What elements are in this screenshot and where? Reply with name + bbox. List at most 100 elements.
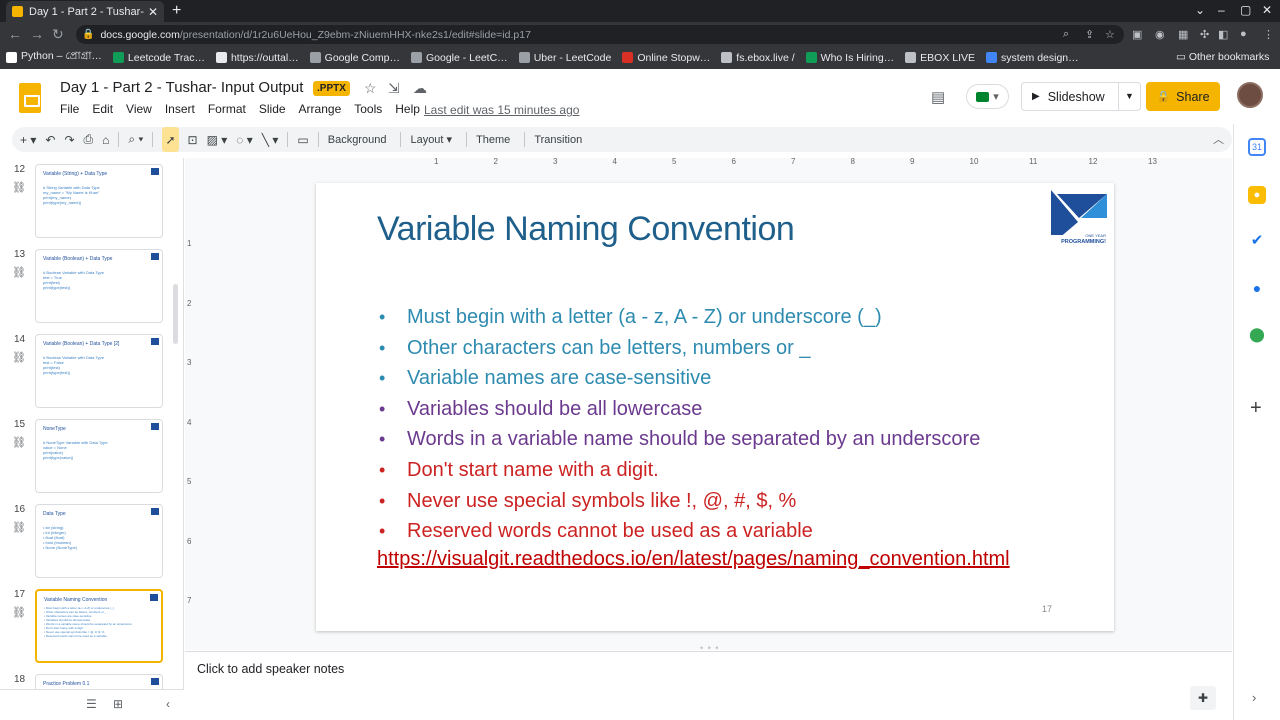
linked-slide-icon[interactable]: ⛓	[12, 266, 26, 279]
slide-thumbnail[interactable]: Data Type • str (string) • int (integer) …	[35, 504, 163, 578]
share-page-icon[interactable]: ⇪	[1085, 28, 1094, 41]
bookmark-item[interactable]: https://outtal…	[215, 52, 299, 64]
tasks-icon[interactable]: ✔	[1248, 232, 1266, 250]
last-edit-link[interactable]: Last edit was 15 minutes ago	[424, 103, 579, 117]
bookmark-star-icon[interactable]: ☆	[1105, 28, 1115, 41]
slide[interactable]: Variable Naming Convention ONE YEAR PROG…	[316, 183, 1114, 631]
layout-button[interactable]: Layout ▾	[410, 133, 452, 146]
vertical-ruler[interactable]: 1 2 3 4 5 6 7	[185, 183, 194, 633]
redo-icon[interactable]: ↷	[64, 127, 74, 152]
extension-icon[interactable]: ▣	[1132, 28, 1142, 41]
menu-file[interactable]: File	[60, 102, 79, 116]
paint-format-icon[interactable]: ⌂	[102, 127, 109, 152]
linked-slide-icon[interactable]: ⛓	[12, 351, 26, 364]
grid-view-icon[interactable]: ⊞	[113, 697, 123, 711]
menu-icon[interactable]: ⋮	[1263, 28, 1274, 41]
speaker-notes-placeholder[interactable]: Click to add speaker notes	[197, 662, 344, 676]
maximize-icon[interactable]: ▢	[1240, 3, 1251, 17]
bullet-item[interactable]: Other characters can be letters, numbers…	[379, 333, 980, 364]
bullet-item[interactable]: Reserved words cannot be used as a varia…	[379, 516, 980, 547]
collapse-filmstrip-icon[interactable]: ‹	[166, 697, 170, 711]
star-icon[interactable]: ☆	[364, 80, 377, 97]
bullet-item[interactable]: Never use special symbols like !, @, #, …	[379, 486, 980, 517]
puzzle-icon[interactable]: ✣	[1200, 28, 1209, 41]
move-folder-icon[interactable]: ⇲	[388, 80, 400, 97]
menu-help[interactable]: Help	[395, 102, 420, 116]
bookmark-item[interactable]: Google Comp…	[309, 52, 400, 64]
close-tab-icon[interactable]: ✕	[148, 5, 158, 19]
slide-thumbnail[interactable]: Variable (Boolean) + Data Type # Boolean …	[35, 249, 163, 323]
zoom-icon[interactable]: ⌕	[1063, 28, 1069, 41]
menu-view[interactable]: View	[126, 102, 152, 116]
slide-thumbnail[interactable]: Variable Naming Convention • Must begin w…	[35, 589, 163, 663]
bullet-list[interactable]: Must begin with a letter (a - z, A - Z) …	[379, 302, 980, 547]
new-slide-icon[interactable]: + ▾	[20, 127, 36, 152]
bookmark-item[interactable]: Online Stopw…	[622, 52, 710, 64]
slide-thumbnail[interactable]: Variable (Boolean) + Data Type [2] # Bool…	[35, 334, 163, 408]
collapse-toolbar-icon[interactable]: ︿	[1213, 131, 1224, 147]
linked-slide-icon[interactable]: ⛓	[12, 436, 26, 449]
bullet-item[interactable]: Don't start name with a digit.	[379, 455, 980, 486]
filmstrip-scrollbar[interactable]	[173, 284, 178, 344]
menu-arrange[interactable]: Arrange	[299, 102, 342, 116]
bookmark-item[interactable]: Python – প্রোগ্রা…	[6, 49, 102, 66]
close-window-icon[interactable]: ✕	[1262, 3, 1272, 17]
meet-button[interactable]: ▾	[966, 84, 1009, 109]
transition-button[interactable]: Transition	[534, 134, 582, 146]
linked-slide-icon[interactable]: ⛓	[12, 181, 26, 194]
bookmark-item[interactable]: EBOX LIVE	[905, 52, 975, 64]
horizontal-ruler[interactable]: 1 2 3 4 5 6 7 8 9 10 11 12 13	[318, 157, 1157, 167]
browser-tab[interactable]: Day 1 - Part 2 - Tushar- Inp ✕	[6, 1, 164, 22]
bullet-item[interactable]: Variable names are case-sensitive	[379, 363, 980, 394]
theme-button[interactable]: Theme	[476, 134, 510, 146]
bookmark-item[interactable]: fs.ebox.live /	[721, 52, 795, 64]
slideshow-dropdown-icon[interactable]: ▼	[1118, 83, 1140, 110]
linked-slide-icon[interactable]: ⛓	[12, 606, 26, 619]
forward-icon[interactable]: →	[30, 26, 44, 42]
add-on-icon[interactable]: +	[1250, 397, 1262, 420]
slide-thumbnail[interactable]: Variable (String) + Data Type # String Va…	[35, 164, 163, 238]
hide-side-panel-icon[interactable]: ›	[1252, 690, 1256, 705]
bullet-item[interactable]: Variables should be all lowercase	[379, 394, 980, 425]
menu-format[interactable]: Format	[208, 102, 246, 116]
sidebar-icon[interactable]: ◧	[1218, 28, 1228, 41]
comments-icon[interactable]: ▤	[931, 88, 945, 106]
text-box-icon[interactable]: ⊡	[188, 127, 198, 152]
list-view-icon[interactable]: ☰	[86, 697, 97, 711]
undo-icon[interactable]: ↶	[45, 127, 55, 152]
slide-thumbnail[interactable]: NoneType # NoneType Variable with Data Ty…	[35, 419, 163, 493]
line-icon[interactable]: ╲ ▾	[262, 127, 279, 152]
image-icon[interactable]: ▨ ▾	[207, 127, 228, 152]
explore-icon[interactable]: ✚	[1190, 686, 1216, 710]
document-title[interactable]: Day 1 - Part 2 - Tushar- Input Output	[60, 79, 303, 96]
reference-link[interactable]: https://visualgit.readthedocs.io/en/late…	[377, 548, 1010, 571]
cloud-status-icon[interactable]: ☁	[413, 80, 427, 97]
bookmark-item[interactable]: Leetcode Trac…	[112, 52, 205, 64]
menu-slide[interactable]: Slide	[259, 102, 286, 116]
reload-icon[interactable]: ↻	[52, 26, 64, 42]
menu-insert[interactable]: Insert	[165, 102, 195, 116]
maps-icon[interactable]: ⬤	[1248, 325, 1266, 343]
bullet-item[interactable]: Words in a variable name should be separ…	[379, 424, 980, 455]
shape-icon[interactable]: ◌ ▾	[236, 127, 253, 152]
back-icon[interactable]: ←	[8, 26, 22, 42]
select-cursor-icon[interactable]: ➚	[162, 127, 179, 152]
linked-slide-icon[interactable]: ⛓	[12, 521, 26, 534]
address-bar[interactable]: 🔒 docs.google.com/presentation/d/1r2u6Ue…	[76, 25, 1124, 44]
zoom-icon[interactable]: ⌕ ▾	[128, 127, 143, 152]
extension-icon[interactable]: ▦	[1178, 28, 1188, 41]
new-tab-icon[interactable]: +	[172, 2, 181, 20]
background-button[interactable]: Background	[328, 134, 387, 146]
comment-icon[interactable]: ▭	[297, 127, 308, 152]
profile-icon[interactable]: ●	[1240, 28, 1247, 40]
contacts-icon[interactable]: ●	[1248, 279, 1266, 297]
calendar-icon[interactable]: 31	[1248, 138, 1266, 156]
minimize-icon[interactable]: –	[1218, 3, 1225, 17]
slide-title[interactable]: Variable Naming Convention	[377, 210, 795, 249]
menu-tools[interactable]: Tools	[354, 102, 382, 116]
extension-icon[interactable]: ◉	[1155, 28, 1165, 41]
print-icon[interactable]: ⎙	[84, 127, 94, 152]
bullet-item[interactable]: Must begin with a letter (a - z, A - Z) …	[379, 302, 980, 333]
bookmark-item[interactable]: Uber - LeetCode	[518, 52, 611, 64]
keep-icon[interactable]: ●	[1248, 186, 1266, 204]
